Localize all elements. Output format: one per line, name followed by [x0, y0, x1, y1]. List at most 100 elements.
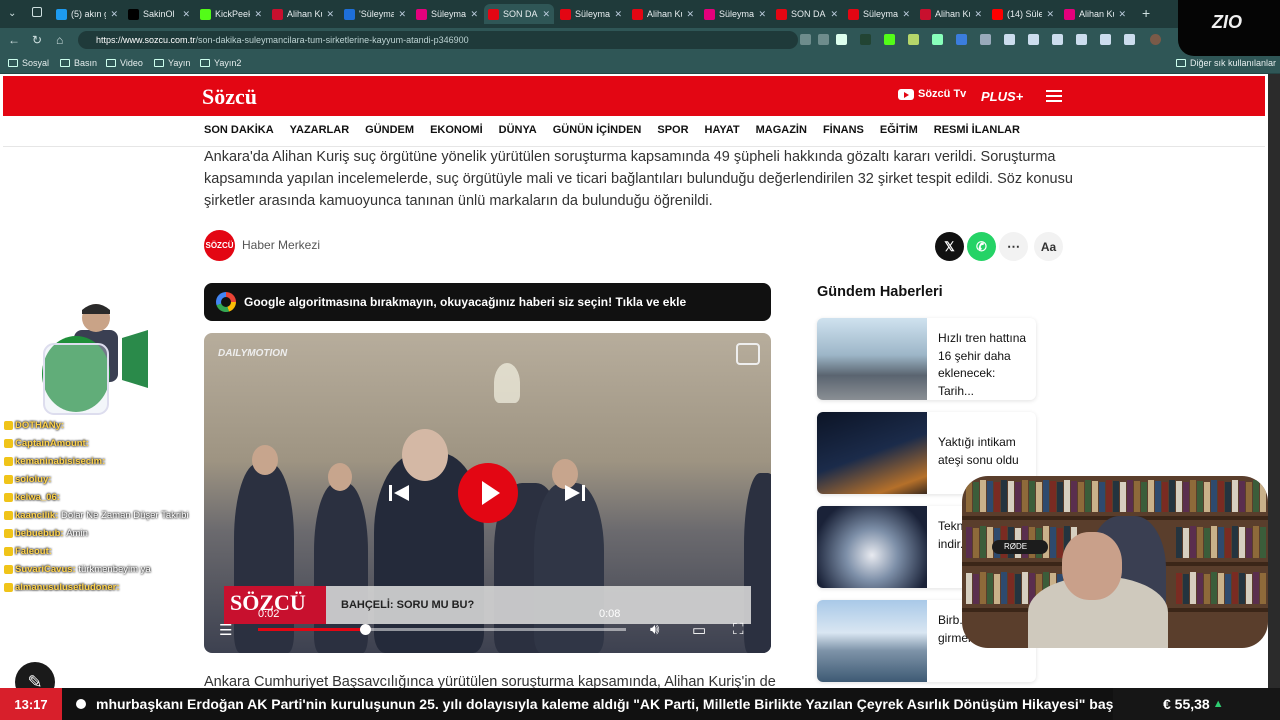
- reader-icon[interactable]: [818, 34, 829, 45]
- bookmark-folder-basin[interactable]: Basın: [60, 58, 97, 68]
- close-tab-icon[interactable]: ✕: [326, 9, 334, 20]
- google-news-banner[interactable]: Google algoritmasına bırakmayın, okuyaca…: [204, 283, 771, 321]
- refresh-extension-icon[interactable]: [1004, 34, 1015, 45]
- nav-item[interactable]: YAZARLAR: [290, 124, 350, 136]
- nav-item[interactable]: DÜNYA: [499, 124, 537, 136]
- split-view-icon[interactable]: [1028, 34, 1039, 45]
- settings-icon[interactable]: [1124, 34, 1135, 45]
- close-tab-icon[interactable]: ✕: [542, 9, 550, 20]
- close-tab-icon[interactable]: ✕: [1118, 9, 1126, 20]
- browser-tab[interactable]: SON DAK ✕: [772, 4, 842, 24]
- nav-item[interactable]: FİNANS: [823, 124, 864, 136]
- back-icon[interactable]: ←: [8, 33, 20, 47]
- book: [1204, 482, 1210, 512]
- browser-tab[interactable]: SakinOl ✕: [124, 4, 194, 24]
- workspaces-icon[interactable]: [32, 7, 42, 17]
- nav-item[interactable]: SPOR: [657, 124, 688, 136]
- browser-tab[interactable]: Alihan Ku ✕: [916, 4, 986, 24]
- close-tab-icon[interactable]: ✕: [182, 9, 190, 20]
- book: [1162, 482, 1168, 512]
- bookmark-folder-sosyal[interactable]: Sosyal: [8, 58, 49, 68]
- close-tab-icon[interactable]: ✕: [110, 9, 118, 20]
- more-options-icon[interactable]: ⋯: [999, 232, 1028, 261]
- share-whatsapp-icon[interactable]: ✆: [967, 232, 996, 261]
- reload-icon[interactable]: ↻: [32, 33, 42, 47]
- browser-tab[interactable]: Süleyman✕: [844, 4, 914, 24]
- profile-avatar[interactable]: [1150, 34, 1161, 45]
- close-tab-icon[interactable]: ✕: [902, 9, 910, 20]
- book: [966, 573, 972, 604]
- text-size-button[interactable]: Aa: [1034, 232, 1063, 261]
- close-tab-icon[interactable]: ✕: [398, 9, 406, 20]
- close-tab-icon[interactable]: ✕: [686, 9, 694, 20]
- share-x-icon[interactable]: 𝕏: [935, 232, 964, 261]
- extension-icon[interactable]: [932, 34, 943, 45]
- play-button[interactable]: [458, 463, 518, 523]
- new-tab-icon[interactable]: +: [1142, 5, 1150, 21]
- site-header: [3, 76, 1265, 116]
- close-tab-icon[interactable]: ✕: [974, 9, 982, 20]
- bookmark-folder-yayin[interactable]: Yayın: [154, 58, 190, 68]
- nav-item[interactable]: MAGAZİN: [756, 124, 807, 136]
- translate-icon[interactable]: [956, 34, 967, 45]
- playlist-icon[interactable]: ☰: [219, 621, 232, 639]
- browser-tab[interactable]: Alihan Ku ✕: [628, 4, 698, 24]
- favorites-icon[interactable]: [1052, 34, 1063, 45]
- nav-item[interactable]: EĞİTİM: [880, 124, 918, 136]
- browser-tab[interactable]: (14) Süley✕: [988, 4, 1058, 24]
- plus-link[interactable]: PLUS+: [981, 89, 1023, 104]
- bookmark-folder-video[interactable]: Video: [106, 58, 143, 68]
- nav-item[interactable]: GÜNÜN İÇİNDEN: [553, 124, 642, 136]
- nav-item[interactable]: GÜNDEM: [365, 124, 414, 136]
- close-tab-icon[interactable]: ✕: [758, 9, 766, 20]
- browser-tab[interactable]: Alihan Ku ✕: [268, 4, 338, 24]
- bookmark-folder-yayin2[interactable]: Yayın2: [200, 58, 241, 68]
- zoom-icon[interactable]: [800, 34, 811, 45]
- book: [1211, 572, 1217, 604]
- chat-message: kaancilik: Dolar Ne Zaman Düşer Takribi: [4, 510, 194, 522]
- close-tab-icon[interactable]: ✕: [614, 9, 622, 20]
- url-field[interactable]: https://www.sozcu.com.tr/son-dakika-sule…: [78, 31, 798, 49]
- site-logo[interactable]: Sözcü: [202, 84, 257, 110]
- sozcu-tv-link[interactable]: Sözcü Tv: [898, 88, 966, 100]
- nav-item[interactable]: EKONOMİ: [430, 124, 483, 136]
- tab-list-icon[interactable]: ⌄: [8, 8, 16, 19]
- nav-item[interactable]: HAYAT: [705, 124, 740, 136]
- extension-icon[interactable]: [908, 34, 919, 45]
- close-tab-icon[interactable]: ✕: [830, 9, 838, 20]
- close-tab-icon[interactable]: ✕: [470, 9, 478, 20]
- news-card[interactable]: Hızlı tren hattına 16 şehir daha eklenec…: [817, 318, 1036, 400]
- author-name[interactable]: Haber Merkezi: [242, 238, 320, 252]
- browser-tab[interactable]: KickPeek ✕: [196, 4, 266, 24]
- extension-icon[interactable]: [980, 34, 991, 45]
- browser-tab[interactable]: 'Süleyma ✕: [340, 4, 410, 24]
- browser-tab[interactable]: Alihan Ku ✕: [1060, 4, 1130, 24]
- collections-icon[interactable]: [1076, 34, 1087, 45]
- extension-icon[interactable]: [860, 34, 871, 45]
- browser-tab[interactable]: Süleyman✕: [556, 4, 626, 24]
- skip-back-icon[interactable]: [388, 483, 410, 503]
- close-tab-icon[interactable]: ✕: [1046, 9, 1054, 20]
- subtitles-icon[interactable]: ▭: [692, 621, 706, 639]
- nav-item[interactable]: SON DAKİKA: [204, 124, 274, 136]
- browser-tab[interactable]: (5) akın g ✕: [52, 4, 122, 24]
- browser-tab[interactable]: SON DAK ✕: [484, 4, 554, 24]
- cast-icon[interactable]: [736, 343, 760, 365]
- menu-icon[interactable]: [1046, 90, 1062, 102]
- close-tab-icon[interactable]: ✕: [254, 9, 262, 20]
- nav-item[interactable]: RESMİ İLANLAR: [934, 124, 1020, 136]
- video-scrub-handle[interactable]: [360, 624, 371, 635]
- favorite-star-icon[interactable]: [836, 34, 847, 45]
- author-avatar[interactable]: SÖZCÜ: [204, 230, 235, 261]
- person-head: [252, 445, 278, 475]
- skip-forward-icon[interactable]: [564, 483, 586, 503]
- other-bookmarks[interactable]: Diğer sık kullanılanlar: [1176, 58, 1276, 68]
- browser-tab[interactable]: Süleyman✕: [412, 4, 482, 24]
- fullscreen-icon[interactable]: ⛶: [733, 621, 744, 638]
- streamer-webcam: RØDE: [962, 476, 1268, 648]
- home-icon[interactable]: ⌂: [56, 33, 63, 47]
- extension-icon[interactable]: [884, 34, 895, 45]
- browser-tab[interactable]: Süleyman✕: [700, 4, 770, 24]
- volume-icon[interactable]: 🔊︎: [650, 621, 659, 638]
- performance-icon[interactable]: [1100, 34, 1111, 45]
